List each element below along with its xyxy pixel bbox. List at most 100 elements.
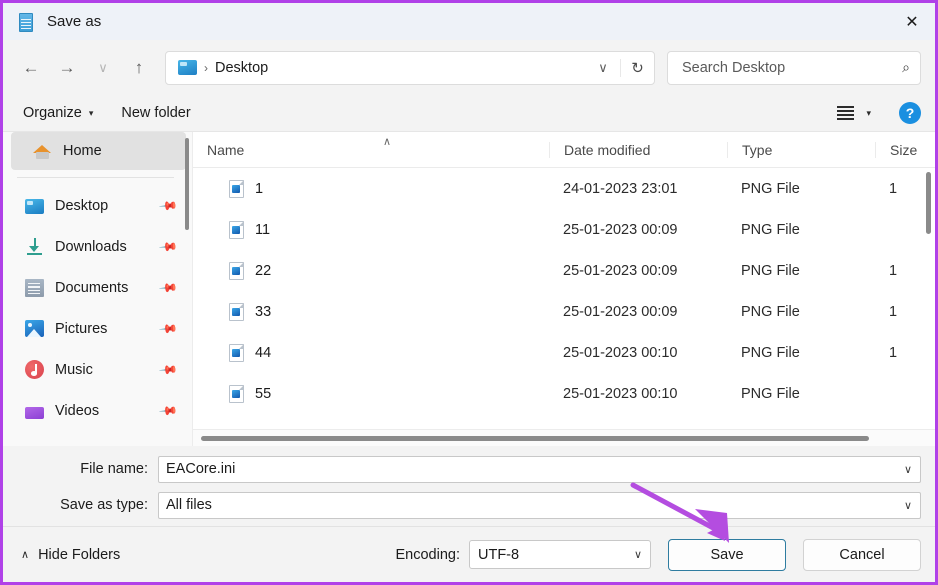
sidebar-scrollbar[interactable] <box>182 138 191 440</box>
notepad-document-icon <box>17 12 35 32</box>
file-name-label: 11 <box>255 221 271 238</box>
chevron-down-icon[interactable]: ∨ <box>904 463 912 476</box>
table-row[interactable]: 22 25-01-2023 00:09 PNG File 1 <box>193 250 935 291</box>
sidebar-item-label: Desktop <box>55 197 109 214</box>
search-icon[interactable]: ⌕ <box>902 59 910 76</box>
cancel-button[interactable]: Cancel <box>803 538 921 571</box>
sidebar-item-downloads[interactable]: Downloads 📌 <box>3 226 192 267</box>
sidebar-item-desktop[interactable]: Desktop 📌 <box>3 185 192 226</box>
save-as-type-input[interactable] <box>166 497 898 513</box>
column-header-label: Name <box>207 141 245 158</box>
documents-icon <box>25 278 44 297</box>
column-header-date-modified[interactable]: Date modified <box>549 141 727 158</box>
chevron-up-icon: ∧ <box>21 549 30 561</box>
search-input[interactable] <box>682 59 903 76</box>
sidebar-item-documents[interactable]: Documents 📌 <box>3 267 192 308</box>
organize-button[interactable]: Organize ▾ <box>23 105 93 121</box>
column-header-type[interactable]: Type <box>727 141 875 158</box>
file-name-field[interactable]: ∨ <box>158 455 921 483</box>
table-row[interactable]: 55 25-01-2023 00:10 PNG File <box>193 373 935 414</box>
file-name-cell[interactable]: 55 <box>193 384 549 403</box>
new-folder-button[interactable]: New folder <box>121 105 190 121</box>
horizontal-scrollbar-thumb[interactable] <box>201 435 869 441</box>
encoding-value: UTF-8 <box>478 546 520 563</box>
sidebar-item-music[interactable]: Music 📌 <box>3 349 192 390</box>
sidebar-item-home[interactable]: Home <box>11 132 186 170</box>
file-rows: 1 24-01-2023 23:01 PNG File 1 11 25-01-2… <box>193 168 935 429</box>
navigation-bar: ← → ∨ ↑ › Desktop ∨ ↻ ⌕ <box>3 40 935 95</box>
refresh-icon[interactable]: ↻ <box>620 58 654 77</box>
save-as-type-row: Save as type: ∨ <box>3 490 935 520</box>
close-icon[interactable]: ✕ <box>889 3 935 40</box>
png-file-icon <box>229 384 244 403</box>
home-icon <box>33 142 52 161</box>
vertical-scrollbar-thumb[interactable] <box>925 172 931 234</box>
table-row[interactable]: 11 25-01-2023 00:09 PNG File <box>193 209 935 250</box>
encoding-select[interactable]: UTF-8 ∨ <box>469 540 651 569</box>
file-name-cell[interactable]: 33 <box>193 302 549 321</box>
file-name-cell[interactable]: 11 <box>193 220 549 239</box>
encoding-label: Encoding: <box>395 546 461 563</box>
pin-icon[interactable]: 📌 <box>158 277 178 297</box>
sidebar-item-pictures[interactable]: Pictures 📌 <box>3 308 192 349</box>
file-list-vertical-scrollbar[interactable] <box>923 172 933 424</box>
help-icon[interactable]: ? <box>899 102 921 124</box>
hide-folders-label: Hide Folders <box>38 546 121 563</box>
file-date-cell: 25-01-2023 00:09 <box>563 303 678 320</box>
sidebar-divider <box>17 177 174 178</box>
sidebar-item-videos[interactable]: Videos 📌 <box>3 390 192 431</box>
png-file-icon <box>229 302 244 321</box>
hide-folders-button[interactable]: ∧ Hide Folders <box>21 547 120 563</box>
pin-icon[interactable]: 📌 <box>158 400 178 420</box>
png-file-icon <box>229 343 244 362</box>
pin-icon[interactable]: 📌 <box>158 359 178 379</box>
sidebar-item-label: Home <box>63 143 102 159</box>
file-date-cell: 25-01-2023 00:09 <box>563 262 678 279</box>
pictures-icon <box>25 320 44 337</box>
save-button[interactable]: Save <box>668 538 786 571</box>
address-bar[interactable]: › Desktop ∨ ↻ <box>165 50 655 85</box>
file-date-cell: 24-01-2023 23:01 <box>563 180 678 197</box>
breadcrumb-desktop[interactable]: Desktop <box>215 60 268 76</box>
search-box[interactable]: ⌕ <box>667 50 921 85</box>
table-row[interactable]: 44 25-01-2023 00:10 PNG File 1 <box>193 332 935 373</box>
file-name-label: 33 <box>255 303 272 320</box>
chevron-down-icon[interactable]: ∨ <box>586 60 620 76</box>
png-file-icon <box>229 220 244 239</box>
back-button[interactable]: ← <box>13 52 49 84</box>
desktop-monitor-icon <box>178 60 197 75</box>
column-header-name[interactable]: Name ∧ <box>193 136 549 158</box>
sidebar-item-label: Downloads <box>55 238 127 255</box>
sort-ascending-icon: ∧ <box>383 135 392 148</box>
table-row[interactable]: 33 25-01-2023 00:09 PNG File 1 <box>193 291 935 332</box>
recent-locations-button[interactable]: ∨ <box>85 52 121 84</box>
sidebar-scrollbar-thumb[interactable] <box>184 138 189 230</box>
pin-icon[interactable]: 📌 <box>158 236 178 256</box>
file-date-cell: 25-01-2023 00:09 <box>563 221 678 238</box>
videos-icon <box>25 406 44 419</box>
file-name-label: 55 <box>255 385 272 402</box>
pin-icon[interactable]: 📌 <box>158 195 178 215</box>
chevron-down-icon[interactable]: ∨ <box>904 499 912 512</box>
save-as-dialog: Save as ✕ ← → ∨ ↑ › Desktop ∨ ↻ ⌕ Organi… <box>0 0 938 585</box>
file-name-label: 44 <box>255 344 272 361</box>
save-as-type-field[interactable]: ∨ <box>158 491 921 519</box>
list-view-icon[interactable] <box>837 106 855 120</box>
chevron-down-icon[interactable]: ▾ <box>866 108 871 119</box>
file-list-horizontal-scrollbar[interactable] <box>193 429 935 446</box>
column-header-size[interactable]: Size <box>875 141 935 158</box>
column-headers: Name ∧ Date modified Type Size <box>193 132 935 168</box>
file-name-input[interactable] <box>166 461 898 477</box>
file-name-label: 22 <box>255 262 272 279</box>
downloads-icon <box>25 237 44 256</box>
save-form: File name: ∨ Save as type: ∨ <box>3 446 935 526</box>
up-button[interactable]: ↑ <box>121 52 157 84</box>
table-row[interactable]: 1 24-01-2023 23:01 PNG File 1 <box>193 168 935 209</box>
forward-button[interactable]: → <box>49 52 85 84</box>
breadcrumb-separator: › <box>204 60 208 75</box>
command-bar: Organize ▾ New folder ▾ ? <box>3 95 935 132</box>
file-name-cell[interactable]: 44 <box>193 343 549 362</box>
file-name-cell[interactable]: 22 <box>193 261 549 280</box>
pin-icon[interactable]: 📌 <box>158 318 178 338</box>
file-name-cell[interactable]: 1 <box>193 179 549 198</box>
